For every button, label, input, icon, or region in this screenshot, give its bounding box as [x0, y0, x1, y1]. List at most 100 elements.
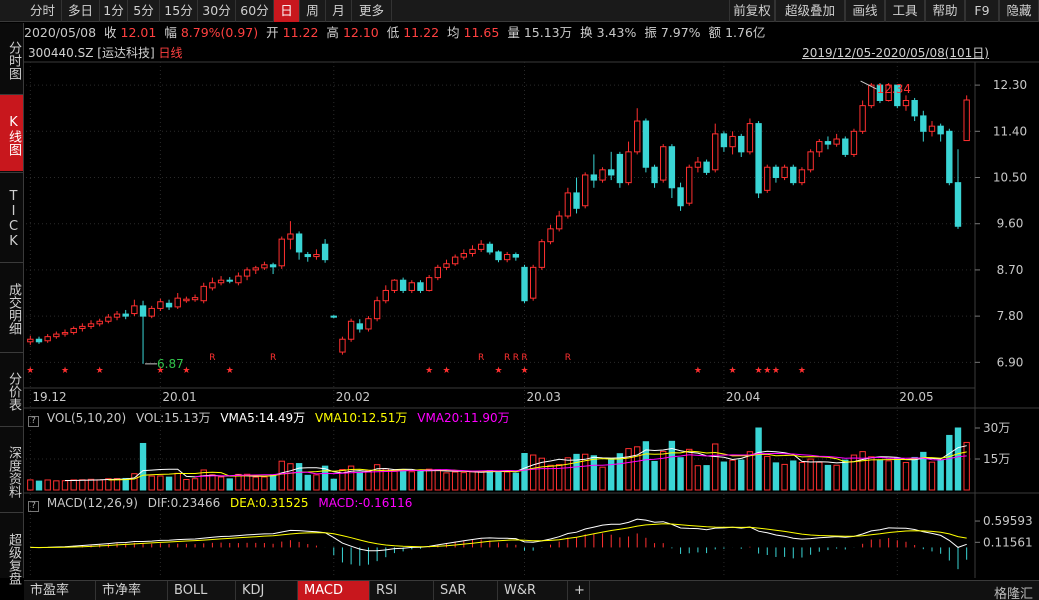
event-star-icon: ★ [755, 366, 763, 376]
volume-bar [469, 471, 476, 491]
candle-body [642, 120, 650, 168]
event-marker-r: R [478, 353, 484, 363]
indicator-tab[interactable]: W&R [498, 581, 568, 600]
event-marker-r: R [521, 353, 527, 363]
volume-bar [712, 443, 719, 491]
volume-bar [625, 448, 632, 491]
candle-body [868, 84, 875, 107]
candle-body [937, 125, 944, 135]
brand-logo: 格隆汇 [993, 587, 1033, 600]
volume-bar [209, 474, 216, 491]
candle-body [365, 318, 372, 330]
volume-bar [885, 460, 892, 491]
candle-body [573, 192, 580, 209]
help-icon[interactable]: ? [28, 416, 39, 427]
volume-bar [243, 473, 251, 491]
candle-body [712, 133, 719, 171]
candle-body [217, 279, 225, 284]
candle-body [191, 297, 199, 301]
candle-body [634, 120, 641, 153]
volume-bar [512, 472, 520, 491]
candle-body [53, 333, 60, 338]
volume-bar [894, 457, 901, 491]
volume-bar [816, 461, 823, 491]
volume-bar [122, 477, 129, 491]
volume-bar [287, 463, 294, 491]
volume-bar [477, 470, 485, 491]
time-tick-label: 19.12 [32, 390, 66, 404]
time-tick-label: 20.02 [336, 390, 370, 404]
dea-value: DEA:0.31525 [230, 496, 309, 510]
volume-bar [911, 456, 918, 491]
indicator-tab[interactable]: RSI [370, 581, 434, 600]
candle-body [556, 215, 563, 230]
vma20-value: VMA20:11.90万 [417, 411, 510, 425]
candle-body [677, 187, 684, 207]
volume-bar [781, 463, 788, 491]
price-tick-label: 10.50 [993, 171, 1027, 185]
candle-body [582, 174, 589, 207]
help-icon[interactable]: ? [28, 501, 39, 512]
volume-bar [183, 479, 190, 491]
indicator-tab[interactable]: SAR [434, 581, 498, 600]
indicator-tab[interactable]: 市净率 [96, 581, 168, 600]
time-tick-label: 20.04 [726, 390, 760, 404]
candle-body [417, 282, 424, 291]
volume-bar [330, 478, 337, 491]
candle-body [269, 264, 277, 268]
candle-body [295, 233, 303, 253]
kline-chart[interactable]: 12.30 11.40 10.50 9.60 8.70 7.80 6.90 19.12 20.0… [0, 0, 1039, 578]
candle-body [278, 238, 285, 267]
candle-body [79, 325, 86, 329]
volume-bar [408, 471, 415, 491]
volume-bar [954, 427, 962, 491]
volume-bar [304, 474, 311, 491]
event-star-icon: ★ [520, 366, 528, 376]
volume-bar [564, 457, 572, 491]
volume-bar [425, 468, 433, 491]
candle-body [200, 285, 207, 302]
macd-panel-header: ? MACD(12,26,9) DIF:0.23466 DEA:0.31525 … [24, 495, 412, 512]
candle-body [460, 252, 468, 258]
volume-bar [590, 455, 598, 491]
macd-indicator-name[interactable]: MACD(12,26,9) [47, 496, 138, 510]
event-star-icon: ★ [442, 366, 450, 376]
candle-body [920, 115, 927, 132]
vol-tick-label: 15万 [983, 452, 1010, 466]
candle-body [764, 166, 771, 191]
volume-bar [451, 471, 459, 491]
candle-body [443, 263, 450, 268]
macd-tick-label: 0.59593 [983, 514, 1033, 528]
vol-indicator-name[interactable]: VOL(5,10,20) [47, 411, 126, 425]
candle-body [61, 332, 69, 335]
event-star-icon: ★ [61, 366, 69, 376]
candle-body [816, 141, 823, 153]
volume-bar [599, 466, 606, 491]
candle-body [521, 266, 528, 302]
indicator-tab[interactable]: KDJ [236, 581, 298, 600]
volume-bar [842, 459, 849, 491]
candle-body [235, 275, 242, 284]
event-marker-r: R [565, 353, 571, 363]
candle-body [122, 313, 129, 317]
indicator-tab[interactable]: BOLL [168, 581, 236, 600]
volume-bar [191, 478, 199, 491]
volume-bar [677, 457, 684, 491]
volume-bar [460, 472, 468, 491]
volume-bar [391, 470, 398, 491]
candle-body [313, 254, 320, 258]
volume-bar [798, 461, 806, 491]
candle-body [625, 151, 632, 184]
candle-body [928, 125, 936, 132]
candle-body [495, 251, 502, 261]
volume-bar [226, 478, 233, 491]
indicator-tab[interactable]: MACD [298, 581, 370, 600]
price-tick-label: 12.30 [993, 78, 1027, 92]
candle-body [963, 99, 970, 142]
candle-body [391, 279, 398, 291]
vma10-value: VMA10:12.51万 [314, 411, 408, 425]
add-tab-button[interactable]: + [570, 581, 590, 600]
indicator-tab[interactable]: 市盈率 [24, 581, 96, 600]
candle-body [183, 298, 190, 302]
volume-bar [660, 450, 667, 491]
